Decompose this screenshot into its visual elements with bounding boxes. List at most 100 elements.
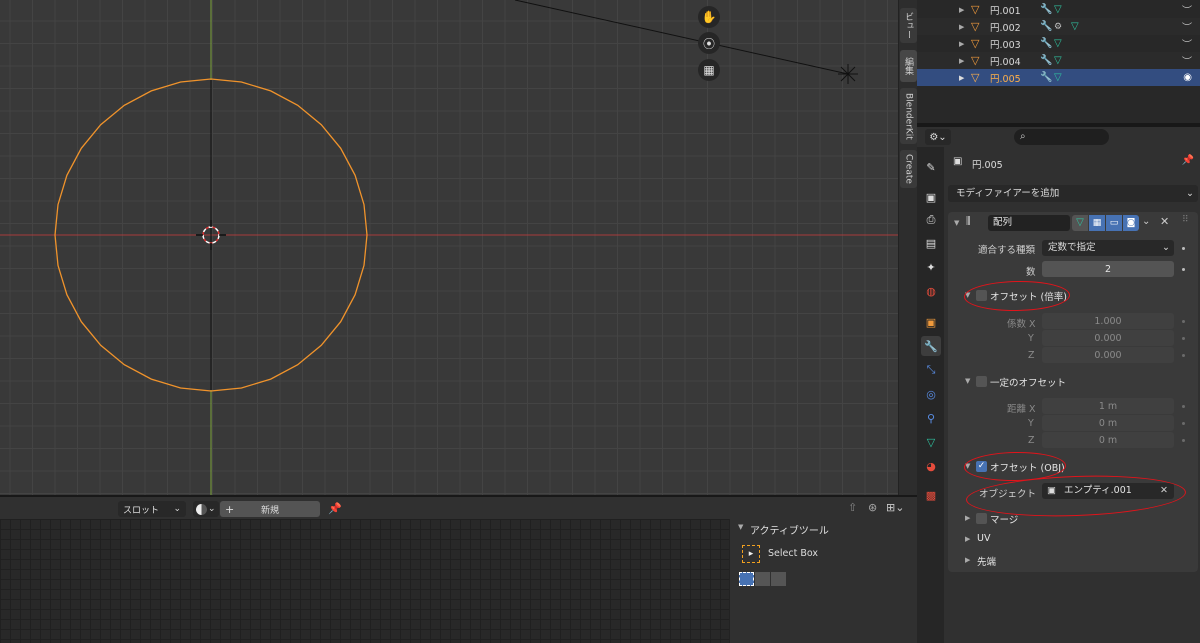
expand-arrow-icon[interactable]: ▶ [959, 6, 964, 14]
render-camera-icon[interactable]: ◙ [1123, 215, 1139, 231]
tab-view[interactable]: ビュー [900, 8, 917, 43]
material-icon[interactable]: ◕ [921, 456, 941, 476]
close-icon[interactable]: ✕ [1160, 215, 1169, 228]
physics-icon[interactable]: ◎ [921, 384, 941, 404]
outliner-row[interactable]: ▶ ▽ 円.001 🔧 ▽ ︶ [917, 1, 1200, 18]
keyframe-dot[interactable] [1182, 247, 1185, 250]
edit-mode-icon[interactable]: ▦ [1089, 215, 1105, 231]
object-name[interactable]: 円.002 [990, 20, 1021, 34]
grid-ortho-icon[interactable]: ▦ [698, 59, 720, 81]
visibility-eye-icon[interactable]: ◉ [1183, 72, 1192, 83]
outliner-row[interactable]: ▶ ▽ 円.002 🔧 ⚙ ▽ ︶ [917, 18, 1200, 35]
uv-label[interactable]: UV [977, 533, 990, 544]
relative-z-field[interactable]: 0.000 [1042, 347, 1174, 363]
mode-extend-icon[interactable] [755, 572, 770, 586]
expand-arrow-icon[interactable]: ▶ [965, 556, 970, 564]
object-name[interactable]: 円.005 [990, 71, 1021, 85]
mesh-data-icon[interactable]: ▽ [1054, 72, 1062, 83]
expand-arrow-icon[interactable]: ▶ [959, 57, 964, 65]
relative-y-field[interactable]: 0.000 [1042, 330, 1174, 346]
mode-set-icon[interactable] [739, 572, 754, 586]
upload-icon[interactable]: ⇧ [848, 501, 862, 517]
tool-icon[interactable]: ✎ [921, 157, 941, 177]
tab-blenderkit[interactable]: BlenderKit [900, 88, 917, 144]
particles-icon[interactable]: ⤡ [921, 360, 941, 380]
new-material-button[interactable]: + 新規 [220, 501, 320, 517]
pin-icon[interactable]: 📌 [1182, 155, 1194, 166]
editor-type-dropdown[interactable]: ⚙⌄ [925, 129, 951, 145]
drag-handle-icon[interactable]: ⠿ [1182, 215, 1189, 225]
mesh-data-icon[interactable]: ▽ [1054, 38, 1062, 49]
outliner-row-selected[interactable]: ▶ ▽ 円.005 🔧 ▽ ◉ [917, 69, 1200, 86]
constraint-icon[interactable]: ⚙ [1054, 22, 1062, 32]
keyframe-dot[interactable] [1182, 320, 1185, 323]
keyframe-dot[interactable] [1182, 268, 1185, 271]
visibility-eye-icon[interactable]: ︶ [1182, 2, 1192, 17]
visibility-eye-icon[interactable]: ︶ [1182, 53, 1192, 68]
count-field[interactable]: 2 [1042, 261, 1174, 277]
edit-cage-icon[interactable]: ▽ [1072, 215, 1088, 231]
view-layer-icon[interactable]: ▤ [921, 233, 941, 253]
mode-subtract-icon[interactable] [771, 572, 786, 586]
expand-arrow-icon[interactable]: ▶ [959, 40, 964, 48]
modifier-wrench-icon[interactable]: 🔧 [1040, 38, 1052, 49]
constant-offset-checkbox[interactable] [976, 376, 987, 387]
output-icon[interactable]: ⎙ [921, 210, 941, 230]
object-name[interactable]: 円.003 [990, 37, 1021, 51]
mesh-data-icon[interactable]: ▽ [1054, 55, 1062, 66]
node-tree-icon[interactable]: ⊛ [868, 501, 882, 517]
search-input[interactable]: ⌕ [1014, 129, 1109, 145]
visibility-eye-icon[interactable]: ︶ [1182, 36, 1192, 51]
tab-edit[interactable]: 編集 [900, 50, 917, 82]
scene-icon[interactable]: ✦ [921, 257, 941, 277]
pin-icon[interactable]: 📌 [328, 502, 342, 515]
expand-arrow-icon[interactable]: ▶ [959, 74, 964, 82]
tab-create[interactable]: Create [900, 150, 917, 188]
modifier-wrench-icon[interactable]: 🔧 [1040, 55, 1052, 66]
viewport-display-icon[interactable]: ▭ [1106, 215, 1122, 231]
collapse-arrow-icon[interactable]: ▼ [954, 219, 959, 227]
material-browse-button[interactable]: ⌄ [193, 501, 219, 517]
world-icon[interactable]: ◍ [921, 281, 941, 301]
texture-icon[interactable]: ▩ [921, 485, 941, 505]
mesh-data-icon[interactable]: ▽ [921, 432, 941, 452]
constant-y-field[interactable]: 0 m [1042, 415, 1174, 431]
expand-arrow-icon[interactable]: ▶ [965, 514, 970, 522]
fit-type-dropdown[interactable]: 定数で指定 ⌄ [1042, 240, 1174, 256]
modifier-wrench-icon[interactable]: 🔧 [921, 336, 941, 356]
node-editor-area[interactable] [0, 519, 729, 643]
keyframe-dot[interactable] [1182, 422, 1185, 425]
object-icon[interactable]: ▣ [921, 312, 941, 332]
mesh-data-icon[interactable]: ▽ [1054, 4, 1062, 15]
render-icon[interactable]: ▣ [921, 187, 941, 207]
modifier-wrench-icon[interactable]: 🔧 [1040, 72, 1052, 83]
expand-arrow-icon[interactable]: ▼ [965, 377, 970, 385]
object-name[interactable]: 円.001 [990, 3, 1021, 17]
expand-arrow-icon[interactable]: ▶ [965, 535, 970, 543]
modifier-wrench-icon[interactable]: 🔧 [1040, 4, 1052, 15]
relative-x-field[interactable]: 1.000 [1042, 313, 1174, 329]
constraints-icon[interactable]: ⚲ [921, 408, 941, 428]
expand-arrow-icon[interactable]: ▶ [959, 23, 964, 31]
constant-x-field[interactable]: 1 m [1042, 398, 1174, 414]
camera-icon[interactable]: ⦿ [698, 32, 720, 54]
keyframe-dot[interactable] [1182, 354, 1185, 357]
select-box-icon[interactable]: ▸ [742, 545, 760, 563]
pan-hand-icon[interactable]: ✋ [698, 6, 720, 28]
keyframe-dot[interactable] [1182, 439, 1185, 442]
chevron-down-icon[interactable]: ⌄ [1142, 216, 1150, 227]
constant-z-field[interactable]: 0 m [1042, 432, 1174, 448]
3d-viewport[interactable]: ✋ ⦿ ▦ [0, 0, 898, 495]
modifier-wrench-icon[interactable]: 🔧 [1040, 21, 1052, 32]
visibility-eye-icon[interactable]: ︶ [1182, 19, 1192, 34]
modifier-name-field[interactable]: 配列 [988, 215, 1070, 231]
mesh-data-icon[interactable]: ▽ [1071, 21, 1079, 32]
object-name[interactable]: 円.004 [990, 54, 1021, 68]
slot-dropdown[interactable]: スロット ⌄ [118, 501, 186, 517]
add-modifier-dropdown[interactable]: モディファイアーを追加 ⌄ [948, 185, 1198, 202]
merge-checkbox[interactable] [976, 513, 987, 524]
caps-label[interactable]: 先端 [977, 554, 996, 568]
collapse-arrow-icon[interactable]: ▼ [738, 523, 743, 531]
outliner-row[interactable]: ▶ ▽ 円.003 🔧 ▽ ︶ [917, 35, 1200, 52]
keyframe-dot[interactable] [1182, 405, 1185, 408]
